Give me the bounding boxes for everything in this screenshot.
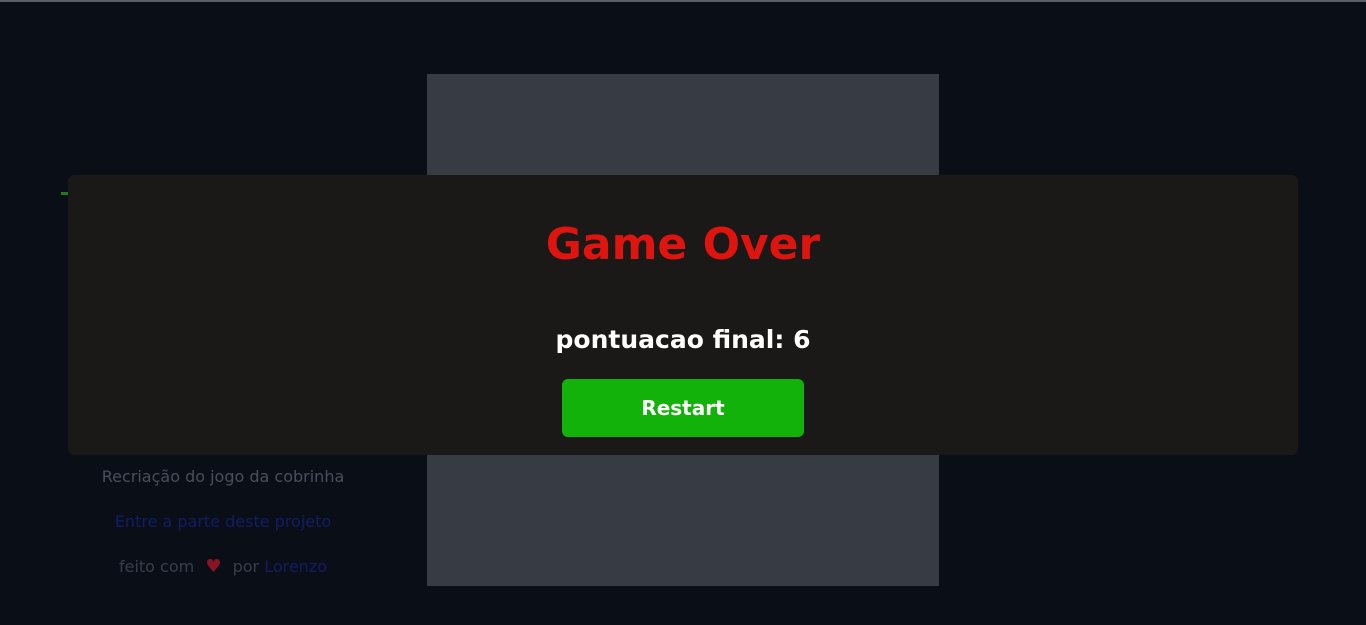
- game-over-title: Game Over: [545, 219, 821, 270]
- final-score-value: 6: [793, 325, 811, 354]
- final-score: pontuacao final: 6: [68, 323, 1298, 357]
- restart-button[interactable]: Restart: [562, 379, 804, 437]
- game-over-overlay: Game Over pontuacao final: 6 Restart: [68, 175, 1298, 455]
- game-description: Recriação do jogo da cobrinha: [101, 467, 345, 486]
- credit-line: feito com ♥ por Lorenzo: [68, 552, 378, 597]
- credit-prefix: feito com: [118, 557, 195, 576]
- project-link-line: Entre a parte deste projeto: [68, 507, 378, 552]
- info-section: Recriação do jogo da cobrinha Entre a pa…: [68, 462, 378, 597]
- window-top-border: [0, 0, 1366, 2]
- final-score-label: pontuacao final:: [555, 325, 785, 354]
- heart-icon: ♥: [205, 556, 222, 577]
- credit-by: por: [232, 557, 260, 576]
- author-link[interactable]: Lorenzo: [264, 557, 327, 576]
- project-link[interactable]: Entre a parte deste projeto: [115, 512, 331, 531]
